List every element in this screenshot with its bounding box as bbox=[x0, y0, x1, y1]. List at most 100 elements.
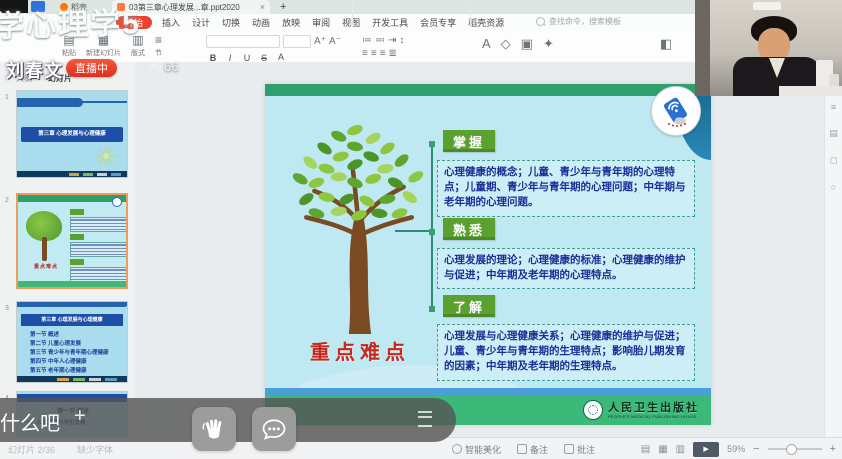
slide-keyword-text[interactable]: 重点难点 bbox=[283, 336, 437, 365]
thumb3-toc-line: 第五节 老年期心理健康 bbox=[30, 367, 109, 376]
pane-icon[interactable]: ○ bbox=[831, 182, 836, 192]
chat-input-text[interactable]: 什么吧 bbox=[0, 407, 60, 436]
zoom-level: 59% bbox=[727, 444, 745, 454]
section-header-master[interactable]: 掌握 bbox=[443, 130, 495, 152]
task-pane-toggle-icon[interactable]: ◧ bbox=[660, 36, 672, 52]
menu-item-review[interactable]: 审阅 bbox=[312, 16, 330, 29]
wave-hand-button[interactable] bbox=[192, 407, 236, 451]
thumb3-toc-line: 第三节 青少年与青年期心理健康 bbox=[30, 349, 109, 358]
section-text-understand[interactable]: 心理发展与心理健康关系；心理健康的维护与促进；儿童、青少年与青年期的生理特点；影… bbox=[437, 324, 695, 381]
pane-icon[interactable]: ≡ bbox=[831, 102, 836, 112]
status-comments[interactable]: 批注 bbox=[564, 443, 595, 456]
pane-icon[interactable]: ▤ bbox=[829, 128, 838, 139]
slide-thumbnail-2-selected[interactable]: 重点难点 bbox=[16, 193, 128, 289]
thumb2-chip bbox=[70, 234, 84, 240]
picture-icon[interactable]: ▣ bbox=[521, 36, 533, 52]
menu-item-slideshow[interactable]: 放映 bbox=[282, 16, 300, 29]
menu-item-membership[interactable]: 会员专享 bbox=[420, 16, 456, 29]
section-icon: ≡ bbox=[155, 34, 162, 47]
thumb1-footer-mark bbox=[97, 173, 107, 176]
slide-number: 2 bbox=[5, 197, 9, 204]
status-notes[interactable]: 备注 bbox=[517, 443, 548, 456]
chat-add-button[interactable]: + bbox=[74, 405, 86, 428]
connector-line bbox=[395, 230, 433, 232]
reading-view-icon[interactable]: ▥ bbox=[676, 444, 685, 455]
bullet-list-icon[interactable]: ≔ bbox=[362, 35, 372, 46]
zoom-slider[interactable] bbox=[768, 448, 822, 450]
thumb2-tree-trunk bbox=[42, 237, 47, 261]
publisher-badge-icon bbox=[651, 86, 701, 136]
justify-icon[interactable]: ≣ bbox=[389, 48, 397, 59]
flower-icon bbox=[95, 145, 117, 167]
menu-items: 插入 设计 切换 动画 放映 审阅 视图 开发工具 会员专享 稻壳资源 bbox=[162, 14, 504, 31]
tree-graphic[interactable] bbox=[281, 118, 435, 336]
desk-surface bbox=[779, 86, 842, 96]
status-smart-beautify[interactable]: 智能美化 bbox=[452, 443, 501, 456]
publisher-name: 人民卫生出版社 bbox=[608, 402, 699, 414]
thumb3-toc-line: 第四节 中年人心理健康 bbox=[30, 358, 109, 367]
publisher-emblem-icon bbox=[583, 400, 603, 420]
command-search[interactable]: 查找命令，搜索模板 bbox=[536, 16, 621, 27]
text-box-icon[interactable]: A bbox=[482, 36, 491, 51]
chat-menu-icon[interactable] bbox=[418, 411, 432, 427]
font-size-select[interactable] bbox=[283, 35, 311, 48]
slide-number: 1 bbox=[5, 94, 9, 101]
chat-bubble-button[interactable] bbox=[252, 407, 296, 451]
webcam-ceiling-light bbox=[753, 2, 781, 10]
slide-thumbnail-1[interactable]: 第三章 心理发展与心理健康 bbox=[16, 90, 128, 178]
status-missing-fonts[interactable]: 缺少字体 bbox=[77, 443, 113, 456]
publisher-logo: 人民卫生出版社 PEOPLE'S MEDICAL PUBLISHING HOUS… bbox=[583, 400, 699, 420]
align-right-icon[interactable]: ≡ bbox=[380, 48, 386, 59]
thumb3-deco bbox=[17, 302, 128, 307]
section-text-master[interactable]: 心理健康的概念；儿童、青少年与青年期的心理特点；儿童期、青少年与青年期的心理问题… bbox=[437, 160, 695, 217]
slide-sorter-view-icon[interactable]: ▦ bbox=[658, 444, 667, 455]
new-tab-button[interactable]: + bbox=[280, 1, 286, 13]
comments-icon bbox=[564, 444, 574, 454]
section-header-familiar[interactable]: 熟悉 bbox=[443, 218, 495, 240]
stream-watermark: 学心理学5 bbox=[0, 0, 141, 46]
pane-icon[interactable]: ◻ bbox=[830, 155, 837, 166]
thumb3-toc-line: 第一节 概述 bbox=[30, 331, 109, 340]
viewer-count: 66 bbox=[148, 59, 178, 74]
thumb3-footer-mark bbox=[105, 378, 117, 381]
smart-beautify-icon[interactable]: ✦ bbox=[543, 36, 554, 52]
chat-bubble-icon bbox=[260, 415, 288, 443]
line-spacing-icon[interactable]: ↕ bbox=[399, 35, 404, 46]
search-placeholder: 查找命令，搜索模板 bbox=[549, 16, 621, 27]
normal-view-icon[interactable]: ▤ bbox=[641, 444, 650, 455]
align-left-icon[interactable]: ≡ bbox=[362, 48, 368, 59]
align-center-icon[interactable]: ≡ bbox=[371, 48, 377, 59]
zoom-out-button[interactable]: − bbox=[753, 443, 759, 455]
slide-thumbnail-3[interactable]: 第三章 心理发展与心理健康 第一节 概述 第二节 儿童心理发展 第三节 青少年与… bbox=[16, 301, 128, 383]
thumb2-textbox bbox=[70, 217, 128, 232]
menu-item-insert[interactable]: 插入 bbox=[162, 16, 180, 29]
menu-item-animation[interactable]: 动画 bbox=[252, 16, 270, 29]
menu-item-riceshell[interactable]: 稻壳资源 bbox=[468, 16, 504, 29]
close-tab-icon[interactable]: × bbox=[260, 2, 265, 12]
menu-item-devtools[interactable]: 开发工具 bbox=[372, 16, 408, 29]
zoom-in-button[interactable]: + bbox=[830, 443, 836, 455]
section-header-understand[interactable]: 了解 bbox=[443, 295, 495, 317]
thumb3-footer-mark bbox=[89, 378, 101, 381]
number-list-icon[interactable]: ≕ bbox=[375, 35, 385, 46]
zoom-slider-knob[interactable] bbox=[786, 444, 797, 455]
font-name-select[interactable] bbox=[206, 35, 280, 48]
slideshow-play-button[interactable]: ▶ bbox=[693, 442, 719, 457]
thumb2-chip bbox=[70, 209, 84, 215]
shapes-icon[interactable]: ◇ bbox=[501, 36, 511, 52]
indent-icon[interactable]: ⇥ bbox=[388, 35, 396, 46]
current-slide[interactable]: 重点难点 掌握 心理健康的概念；儿童、青少年与青年期的心理特点；儿童期、青少年与… bbox=[265, 84, 711, 425]
thumb2-textbox bbox=[70, 242, 128, 257]
font-shrink-icon[interactable]: A⁻ bbox=[329, 36, 341, 47]
section-button[interactable]: ≡ 节 bbox=[155, 34, 162, 58]
streamer-name: 刘春文 bbox=[6, 57, 63, 83]
thumb2-textbox bbox=[70, 267, 128, 282]
thumb1-title: 第三章 心理发展与心理健康 bbox=[21, 127, 123, 142]
thumb2-footer bbox=[18, 281, 128, 288]
menu-item-transition[interactable]: 切换 bbox=[222, 16, 240, 29]
viewer-count-number: 66 bbox=[164, 59, 178, 74]
font-grow-icon[interactable]: A⁺ bbox=[314, 36, 326, 47]
section-text-familiar[interactable]: 心理发展的理论；心理健康的标准；心理健康的维护与促进；中年期及老年期的心理特点。 bbox=[437, 248, 695, 289]
menu-item-design[interactable]: 设计 bbox=[192, 16, 210, 29]
webcam-video bbox=[695, 0, 842, 96]
